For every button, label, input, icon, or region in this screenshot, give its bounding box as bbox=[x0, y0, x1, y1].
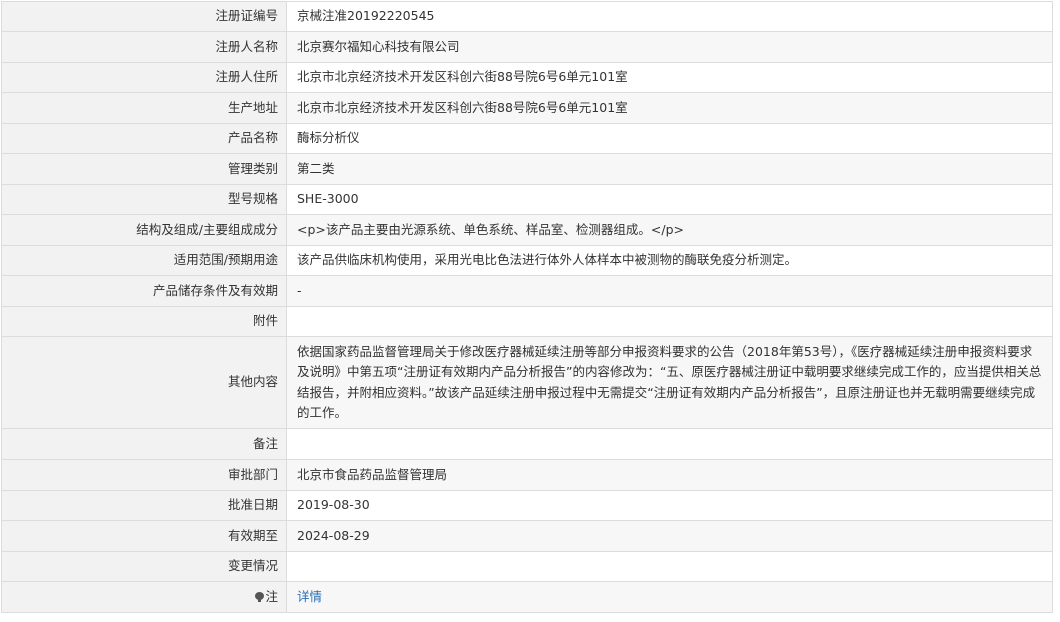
row-value: 依据国家药品监督管理局关于修改医疗器械延续注册等部分申报资料要求的公告（2018… bbox=[286, 336, 1053, 429]
table-row: 附件 bbox=[1, 306, 1053, 337]
row-value: 北京市北京经济技术开发区科创六街88号院6号6单元101室 bbox=[286, 92, 1053, 124]
table-row: 备注 bbox=[1, 428, 1053, 460]
table-row: 其他内容 依据国家药品监督管理局关于修改医疗器械延续注册等部分申报资料要求的公告… bbox=[1, 336, 1053, 429]
row-value: <p>该产品主要由光源系统、单色系统、样品室、检测器组成。</p> bbox=[286, 214, 1053, 246]
row-label: 产品名称 bbox=[1, 123, 287, 154]
table-row: 有效期至 2024-08-29 bbox=[1, 520, 1053, 552]
row-value: 第二类 bbox=[286, 153, 1053, 185]
row-label: 其他内容 bbox=[1, 336, 287, 429]
row-label: 有效期至 bbox=[1, 520, 287, 552]
row-label: 产品储存条件及有效期 bbox=[1, 275, 287, 307]
table-row: 变更情况 bbox=[1, 551, 1053, 582]
row-label: 适用范围/预期用途 bbox=[1, 245, 287, 276]
details-link[interactable]: 详情 bbox=[297, 589, 322, 604]
table-row: 审批部门 北京市食品药品监督管理局 bbox=[1, 459, 1053, 491]
row-label: 附件 bbox=[1, 306, 287, 337]
lightbulb-icon bbox=[255, 591, 265, 602]
row-value: 该产品供临床机构使用，采用光电比色法进行体外人体样本中被测物的酶联免疫分析测定。 bbox=[286, 245, 1053, 276]
row-value bbox=[286, 551, 1053, 582]
note-label: 注 bbox=[265, 588, 278, 604]
row-value: - bbox=[286, 275, 1053, 307]
row-value: 2024-08-29 bbox=[286, 520, 1053, 552]
row-label: 变更情况 bbox=[1, 551, 287, 582]
row-value: 北京市北京经济技术开发区科创六街88号院6号6单元101室 bbox=[286, 62, 1053, 93]
row-value bbox=[286, 306, 1053, 337]
row-label: 结构及组成/主要组成成分 bbox=[1, 214, 287, 246]
row-value: SHE-3000 bbox=[286, 184, 1053, 215]
table-row: 管理类别 第二类 bbox=[1, 153, 1053, 185]
row-label: 注册人名称 bbox=[1, 31, 287, 63]
registration-record-table: 注册证编号 京械注准20192220545 注册人名称 北京赛尔福知心科技有限公… bbox=[1, 1, 1053, 613]
row-label: 生产地址 bbox=[1, 92, 287, 124]
table-row: 结构及组成/主要组成成分 <p>该产品主要由光源系统、单色系统、样品室、检测器组… bbox=[1, 214, 1053, 246]
table-row: 注 详情 bbox=[1, 581, 1053, 613]
row-label: 备注 bbox=[1, 428, 287, 460]
table-row: 注册人住所 北京市北京经济技术开发区科创六街88号院6号6单元101室 bbox=[1, 62, 1053, 93]
row-label: 型号规格 bbox=[1, 184, 287, 215]
table-row: 生产地址 北京市北京经济技术开发区科创六街88号院6号6单元101室 bbox=[1, 92, 1053, 124]
table-row: 注册证编号 京械注准20192220545 bbox=[1, 1, 1053, 32]
table-row: 产品名称 酶标分析仪 bbox=[1, 123, 1053, 154]
note-row-label: 注 bbox=[1, 581, 287, 613]
row-label: 注册人住所 bbox=[1, 62, 287, 93]
row-label: 注册证编号 bbox=[1, 1, 287, 32]
row-label: 批准日期 bbox=[1, 490, 287, 521]
row-value: 2019-08-30 bbox=[286, 490, 1053, 521]
row-value: 北京市食品药品监督管理局 bbox=[286, 459, 1053, 491]
row-value: 京械注准20192220545 bbox=[286, 1, 1053, 32]
table-row: 型号规格 SHE-3000 bbox=[1, 184, 1053, 215]
table-row: 适用范围/预期用途 该产品供临床机构使用，采用光电比色法进行体外人体样本中被测物… bbox=[1, 245, 1053, 276]
table-row: 产品储存条件及有效期 - bbox=[1, 275, 1053, 307]
row-value: 酶标分析仪 bbox=[286, 123, 1053, 154]
row-label: 审批部门 bbox=[1, 459, 287, 491]
row-value: 北京赛尔福知心科技有限公司 bbox=[286, 31, 1053, 63]
row-value bbox=[286, 428, 1053, 460]
table-row: 批准日期 2019-08-30 bbox=[1, 490, 1053, 521]
row-label: 管理类别 bbox=[1, 153, 287, 185]
row-value: 详情 bbox=[286, 581, 1053, 613]
table-row: 注册人名称 北京赛尔福知心科技有限公司 bbox=[1, 31, 1053, 63]
